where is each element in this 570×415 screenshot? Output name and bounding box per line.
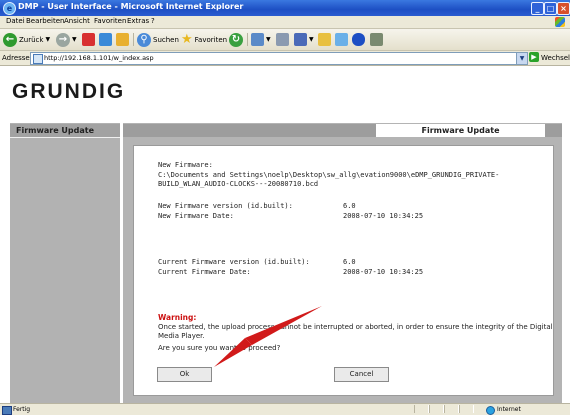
sidebar-item-label: Firmware Update bbox=[16, 126, 95, 135]
firmware-update-card: New Firmware: C:\Documents and Settings\… bbox=[133, 145, 554, 396]
cancel-button[interactable]: Cancel bbox=[334, 367, 389, 382]
tools-button[interactable] bbox=[370, 32, 383, 47]
page-content: GRUNDIG Firmware Update Firmware Update … bbox=[0, 66, 570, 403]
warning-question: Are you sure you want to proceed? bbox=[158, 344, 281, 352]
windows-logo-icon bbox=[555, 17, 565, 27]
go-button[interactable]: Wechseln zu bbox=[541, 54, 570, 62]
zone-label: Internet bbox=[497, 406, 521, 413]
forward-dropdown-icon[interactable]: ▼ bbox=[72, 36, 77, 43]
address-input[interactable]: http://192.168.1.101/w_index.asp ▼ bbox=[30, 52, 528, 65]
refresh-icon bbox=[99, 33, 112, 46]
address-dropdown-icon[interactable]: ▼ bbox=[516, 53, 527, 64]
edit-dropdown-icon[interactable]: ▼ bbox=[309, 36, 314, 43]
forward-icon: → bbox=[56, 32, 70, 47]
back-icon: ← bbox=[3, 32, 17, 47]
content-panel: Firmware Update New Firmware: C:\Documen… bbox=[123, 123, 562, 403]
menu-item-ansicht[interactable]: Ansicht bbox=[64, 17, 90, 25]
back-button[interactable]: ← Zurück ▼ bbox=[3, 32, 50, 47]
current-firmware-date-value: 2008-07-10 10:34:25 bbox=[343, 268, 424, 276]
menu-item-datei[interactable]: Datei bbox=[6, 17, 25, 25]
go-icon[interactable]: ▶ bbox=[529, 52, 539, 62]
status-bar: Fertig Internet bbox=[0, 403, 570, 415]
mail-button[interactable]: ▼ bbox=[251, 32, 271, 47]
new-firmware-path-line1: C:\Documents and Settings\noelp\Desktop\… bbox=[158, 171, 500, 179]
mail-dropdown-icon[interactable]: ▼ bbox=[266, 36, 271, 43]
maximize-button[interactable]: □ bbox=[544, 2, 557, 15]
new-firmware-version-value: 6.0 bbox=[343, 202, 356, 210]
sidebar: Firmware Update bbox=[10, 123, 120, 403]
warning-title: Warning: bbox=[158, 313, 197, 322]
address-label: Adresse bbox=[2, 54, 30, 62]
messenger-button[interactable] bbox=[335, 32, 348, 47]
address-url[interactable]: http://192.168.1.101/w_index.asp bbox=[44, 54, 154, 62]
warning-text: Once started, the upload process cannot … bbox=[158, 323, 553, 340]
sidebar-item-firmware-update[interactable]: Firmware Update bbox=[10, 124, 120, 138]
status-pane bbox=[414, 405, 429, 413]
page-icon bbox=[33, 54, 43, 64]
toolbar-divider bbox=[133, 33, 134, 46]
new-firmware-version-label: New Firmware version (id.built): bbox=[158, 202, 293, 210]
address-bar: Adresse http://192.168.1.101/w_index.asp… bbox=[0, 51, 570, 66]
back-label: Zurück bbox=[19, 35, 44, 44]
menu-bar: Datei Bearbeiten Ansicht Favoriten Extra… bbox=[0, 16, 570, 29]
edit-button[interactable]: ▼ bbox=[294, 32, 314, 47]
tools-icon bbox=[370, 33, 383, 46]
status-text: Fertig bbox=[13, 406, 31, 413]
ok-button[interactable]: Ok bbox=[157, 367, 212, 382]
status-pane bbox=[459, 405, 474, 413]
back-dropdown-icon[interactable]: ▼ bbox=[45, 36, 50, 43]
refresh-button[interactable] bbox=[99, 32, 112, 47]
bluetooth-button[interactable] bbox=[352, 32, 365, 47]
menu-item-extras[interactable]: Extras bbox=[127, 17, 149, 25]
current-firmware-version-label: Current Firmware version (id.built): bbox=[158, 258, 310, 266]
search-button[interactable]: ⚲ Suchen bbox=[137, 32, 179, 47]
favorites-button[interactable]: ★ Favoriten bbox=[181, 32, 227, 47]
current-firmware-version-value: 6.0 bbox=[343, 258, 356, 266]
folder-button[interactable] bbox=[318, 32, 331, 47]
close-button[interactable]: × bbox=[557, 2, 570, 15]
folder-icon bbox=[318, 33, 331, 46]
stop-icon bbox=[82, 33, 95, 46]
favorites-icon: ★ bbox=[181, 32, 193, 47]
bluetooth-icon bbox=[352, 33, 365, 46]
home-icon bbox=[116, 33, 129, 46]
internet-explorer-icon: e bbox=[3, 2, 16, 15]
history-button[interactable]: ↻ bbox=[229, 32, 243, 47]
menu-item-help[interactable]: ? bbox=[151, 17, 155, 25]
toolbar: ← Zurück ▼ → ▼ ⚲ Suchen ★ Favoriten ↻ ▼ … bbox=[0, 29, 570, 51]
current-firmware-date-label: Current Firmware Date: bbox=[158, 268, 251, 276]
print-button[interactable] bbox=[276, 32, 289, 47]
window-title: DMP - User Interface - Microsoft Interne… bbox=[18, 2, 244, 11]
favorites-label: Favoriten bbox=[194, 35, 228, 44]
search-label: Suchen bbox=[153, 35, 179, 44]
grundig-logo: GRUNDIG bbox=[12, 80, 126, 103]
menu-item-bearbeiten[interactable]: Bearbeiten bbox=[26, 17, 64, 25]
edit-icon bbox=[294, 33, 307, 46]
menu-item-favoriten[interactable]: Favoriten bbox=[94, 17, 126, 25]
new-firmware-label: New Firmware: bbox=[158, 161, 213, 169]
home-button[interactable] bbox=[116, 32, 129, 47]
search-icon: ⚲ bbox=[137, 32, 151, 47]
print-icon bbox=[276, 33, 289, 46]
forward-button[interactable]: → ▼ bbox=[56, 32, 77, 47]
tab-firmware-update[interactable]: Firmware Update bbox=[376, 124, 545, 137]
history-icon: ↻ bbox=[229, 32, 243, 47]
window-titlebar: e DMP - User Interface - Microsoft Inter… bbox=[0, 0, 570, 16]
messenger-icon bbox=[335, 33, 348, 46]
new-firmware-path-line2: BUILD_WLAN_AUDIO-CLOCKS---20080710.bcd bbox=[158, 180, 319, 188]
stop-button[interactable] bbox=[82, 32, 95, 47]
toolbar-divider bbox=[247, 33, 248, 46]
new-firmware-date-label: New Firmware Date: bbox=[158, 212, 234, 220]
new-firmware-date-value: 2008-07-10 10:34:25 bbox=[343, 212, 424, 220]
mail-icon bbox=[251, 33, 264, 46]
minimize-button[interactable]: _ bbox=[531, 2, 544, 15]
status-pane bbox=[444, 405, 459, 413]
status-pane bbox=[429, 405, 444, 413]
tab-label: Firmware Update bbox=[421, 126, 500, 135]
